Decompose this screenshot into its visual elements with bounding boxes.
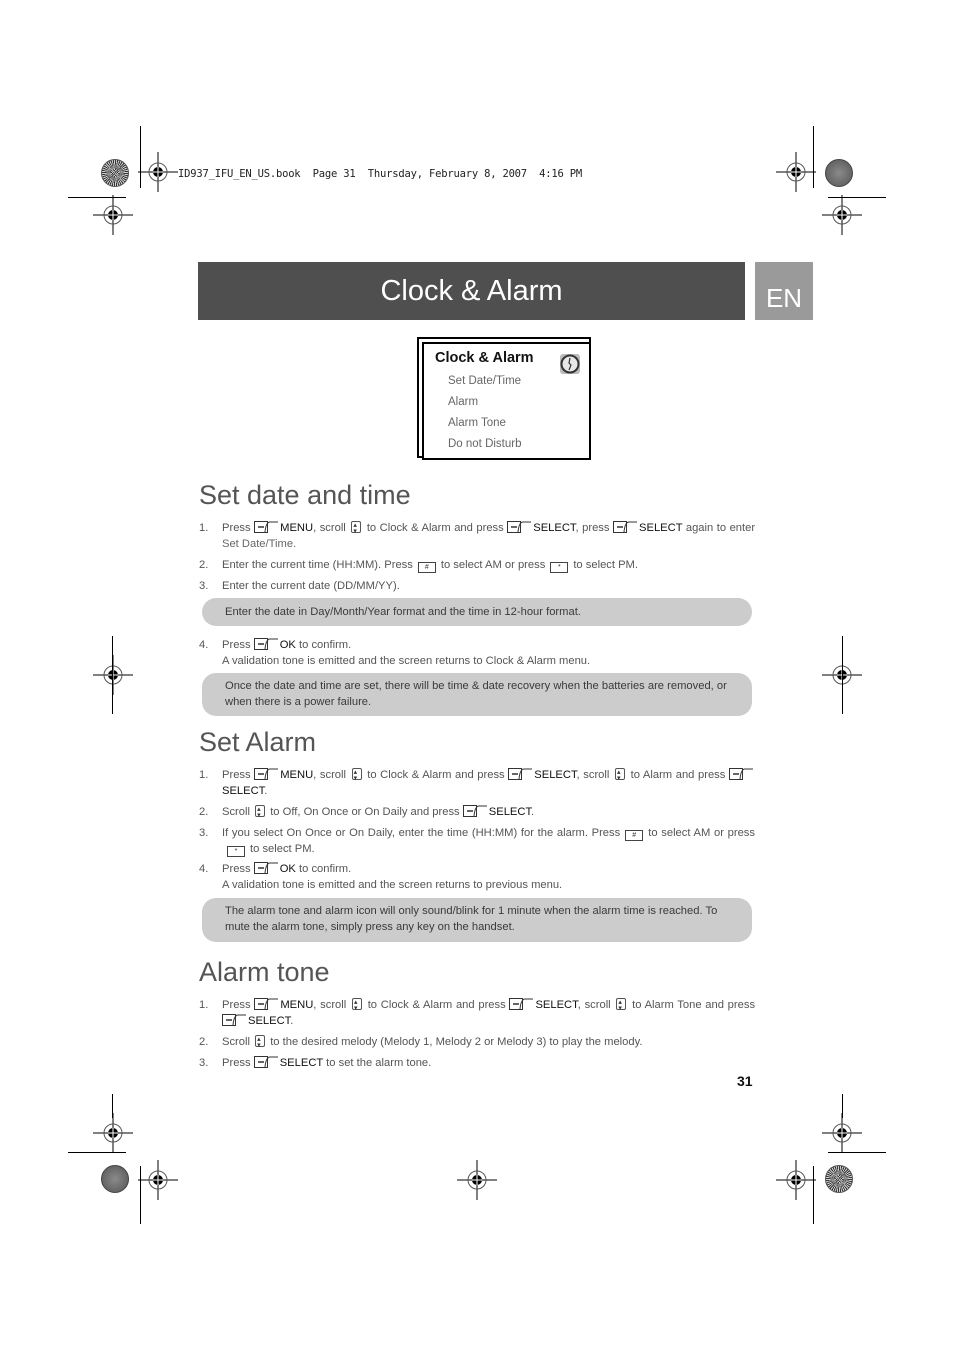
key-star-icon: * — [550, 562, 569, 573]
set-date-time-steps-continued: 4. Press OK to confirm. A validation ton… — [199, 637, 755, 669]
crop-line — [842, 1094, 843, 1118]
step: 1. Press MENU, scroll to Clock & Alarm a… — [199, 518, 755, 552]
step: 2. Scroll to the desired melody (Melody … — [199, 1032, 755, 1054]
soft-key-icon — [254, 998, 279, 1010]
key-hash-icon: # — [625, 830, 644, 841]
registration-mark-icon — [93, 1113, 133, 1153]
key-hash-icon: # — [417, 562, 436, 573]
language-tab: EN — [755, 262, 813, 320]
menu-item-set-date-time: Set Date/Time — [448, 375, 522, 387]
soft-key-icon — [253, 1056, 278, 1068]
registration-mark-icon — [138, 1160, 178, 1200]
soft-key-icon — [222, 1014, 246, 1026]
soft-key-icon — [613, 521, 638, 533]
print-header-stamp: ID937_IFU_EN_US.book Page 31 Thursday, F… — [178, 168, 583, 180]
set-date-time-steps: 1. Press MENU, scroll to Clock & Alarm a… — [199, 518, 755, 594]
chapter-title: Clock & Alarm — [380, 274, 563, 307]
language-code: EN — [765, 283, 803, 313]
soft-key-icon — [253, 638, 278, 650]
menu-screen-illustration: Clock & Alarm Set Date/Time Alarm Alarm … — [422, 342, 591, 460]
registration-mark-icon — [776, 152, 816, 192]
crop-line — [842, 636, 843, 714]
registration-mark-icon — [93, 655, 133, 695]
note-box: Once the date and time are set, there wi… — [202, 673, 752, 716]
crop-line — [112, 636, 113, 714]
gray-target-icon — [825, 159, 853, 187]
alarm-tone-steps: 1. Press MENU, scroll to Clock & Alarm a… — [199, 995, 755, 1071]
registration-mark-icon — [457, 1160, 497, 1200]
step: 4. Press OK to confirm. A validation ton… — [199, 862, 563, 891]
menu-item-alarm: Alarm — [448, 396, 479, 408]
scroll-key-icon — [255, 802, 266, 824]
soft-key-icon — [509, 998, 534, 1010]
menu-item-do-not-disturb: Do not Disturb — [448, 438, 522, 450]
menu-screen-list: Set Date/Time Alarm Alarm Tone Do not Di… — [448, 374, 522, 458]
registration-mark-icon — [93, 195, 133, 235]
gray-target-icon — [101, 1165, 129, 1193]
scroll-key-icon — [351, 995, 362, 1017]
soft-key-icon — [462, 805, 487, 817]
chapter-title-band: Clock & Alarm — [198, 262, 745, 320]
step: 2. Enter the current time (HH:MM). Press… — [199, 559, 638, 573]
registration-mark-icon — [822, 1113, 862, 1153]
step: 3. Enter the current date (DD/MM/YY). — [199, 580, 400, 592]
star-target-icon — [825, 1165, 853, 1193]
soft-key-icon — [728, 768, 753, 780]
soft-key-icon — [507, 521, 532, 533]
registration-mark-icon — [822, 195, 862, 235]
section-heading-set-alarm: Set Alarm — [199, 727, 317, 757]
section-heading-set-date-time: Set date and time — [199, 480, 411, 510]
step: 4. Press OK to confirm. A validation ton… — [199, 638, 591, 667]
note-box: Enter the date in Day/Month/Year format … — [202, 598, 752, 626]
scroll-key-icon — [255, 1032, 266, 1054]
section-heading-alarm-tone: Alarm tone — [199, 957, 330, 987]
key-star-icon: * — [227, 846, 245, 857]
crop-line — [112, 1094, 113, 1118]
registration-mark-icon — [776, 1160, 816, 1200]
soft-key-icon — [508, 768, 533, 780]
step: 1. Press MENU, scroll to Clock & Alarm a… — [199, 765, 755, 799]
scroll-key-icon — [614, 765, 625, 787]
clock-icon — [560, 354, 580, 374]
page-number: 31 — [737, 1073, 753, 1089]
note-box: The alarm tone and alarm icon will only … — [202, 898, 752, 942]
scroll-key-icon — [351, 518, 362, 540]
soft-key-icon — [254, 768, 279, 780]
registration-mark-icon — [138, 152, 178, 192]
menu-screen-title: Clock & Alarm — [435, 350, 534, 366]
scroll-key-icon — [351, 765, 362, 787]
set-alarm-steps: 1. Press MENU, scroll to Clock & Alarm a… — [199, 765, 755, 893]
soft-key-icon — [254, 521, 279, 533]
step: 3. If you select On Once or On Daily, en… — [199, 827, 755, 857]
menu-item-alarm-tone: Alarm Tone — [448, 417, 506, 429]
star-target-icon — [101, 159, 129, 187]
step: 2. Scroll to Off, On Once or On Daily an… — [199, 802, 755, 824]
step: 1. Press MENU, scroll to Clock & Alarm a… — [199, 995, 755, 1029]
step: 3. Press SELECT to set the alarm tone. — [199, 1056, 432, 1069]
soft-key-icon — [253, 862, 278, 874]
scroll-key-icon — [616, 995, 627, 1017]
